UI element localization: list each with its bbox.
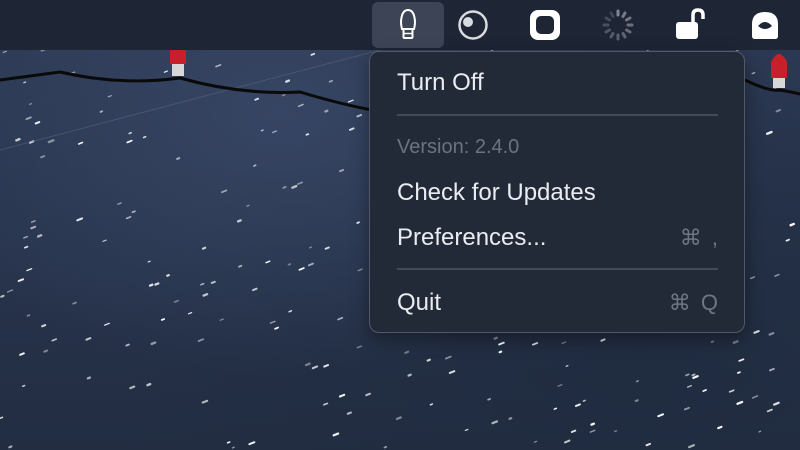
bulb-icon: [400, 8, 416, 39]
preferences-shortcut: ⌘ ,: [679, 225, 720, 250]
menu-item-version: Version: 2.4.0: [370, 127, 744, 167]
rounded-square-icon: [530, 10, 560, 40]
menu-item-turn-off[interactable]: Turn Off: [370, 63, 744, 103]
menu-item-preferences[interactable]: Preferences... ⌘ ,: [370, 218, 744, 258]
menubar-inbox-button[interactable]: [729, 2, 800, 48]
menubar-lock-button[interactable]: [655, 2, 727, 48]
menubar-activity-button[interactable]: [582, 2, 654, 48]
menu-bar: [0, 0, 800, 50]
spinner-icon: [602, 9, 634, 41]
menubar-window-button[interactable]: [509, 2, 581, 48]
bulb-right-icon: [771, 54, 787, 88]
version-label: Version: 2.4.0: [397, 135, 520, 158]
menu-item-check-updates[interactable]: Check for Updates: [370, 173, 744, 213]
lights-dropdown-menu: Turn Off Version: 2.4.0 Check for Update…: [369, 51, 745, 333]
menu-item-label: Preferences...: [397, 224, 547, 251]
menu-item-quit[interactable]: Quit ⌘ Q: [370, 283, 744, 323]
menu-item-label: Turn Off: [397, 69, 484, 96]
inbox-icon: [752, 12, 778, 39]
menu-separator: [397, 268, 718, 270]
padlock-icon: [676, 8, 705, 39]
menubar-toggle-button[interactable]: [437, 2, 509, 48]
menu-item-label: Quit: [397, 289, 442, 316]
menubar-lights-button[interactable]: [372, 2, 444, 48]
menu-separator: [397, 114, 718, 116]
circle-toggle-icon: [458, 10, 488, 40]
menu-item-label: Check for Updates: [397, 179, 596, 206]
quit-shortcut: ⌘ Q: [668, 290, 720, 315]
